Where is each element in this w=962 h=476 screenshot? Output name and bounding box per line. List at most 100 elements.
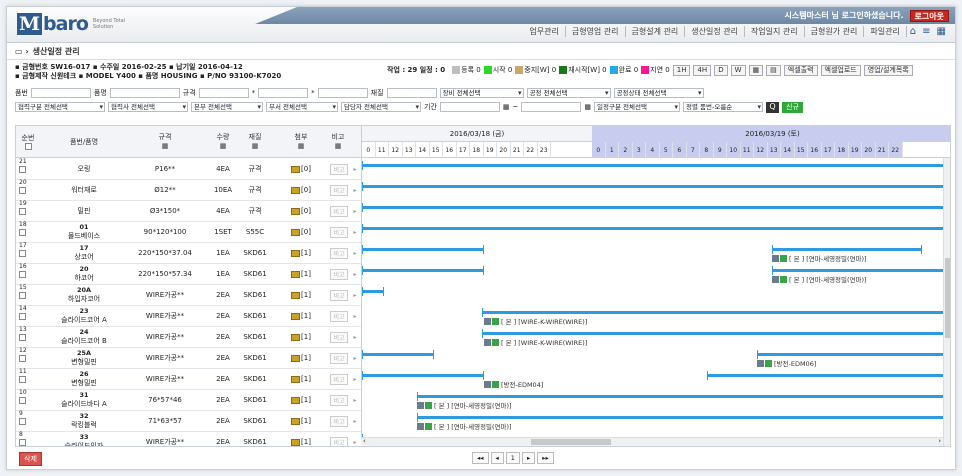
table-row[interactable]: 17 17 상코어 220*150*37.04 1EA SKD61 [1] 비고 ▸ [16, 242, 361, 264]
gantt-note[interactable]: [방전-EDM06] [757, 358, 816, 368]
gantt-note[interactable]: [ 본 ] [연마-세영정밀(연마)] [772, 253, 867, 263]
menu-item[interactable]: 금형원가 관리 [805, 26, 865, 37]
spec-input-2[interactable] [258, 88, 309, 98]
view-day-button[interactable]: D [714, 65, 728, 76]
menu-item[interactable]: 작업일지 관리 [745, 26, 805, 37]
menu-item[interactable]: 금형영업 관리 [566, 26, 626, 37]
material-input[interactable] [386, 88, 437, 98]
view-1h-button[interactable]: 1H [672, 65, 691, 76]
dept-select[interactable]: 부서 전체선택 [266, 102, 338, 112]
gantt-bar[interactable] [772, 266, 950, 275]
row-name[interactable]: 20 하코어 [44, 263, 124, 285]
select-all-checkbox[interactable] [24, 143, 32, 150]
gantt-bar[interactable] [417, 413, 950, 422]
row-attachment[interactable]: [1] [288, 284, 314, 306]
view-4h-button[interactable]: 4H [693, 65, 712, 76]
gantt-note[interactable]: [ 본 ] [연마-세영정밀(연마)] [417, 421, 512, 431]
col-rmk[interactable]: 비고 ▦ [326, 126, 350, 158]
row-attachment[interactable]: [1] [288, 305, 314, 327]
menu-item[interactable]: 생산일정 관리 [685, 26, 745, 37]
row-remark[interactable]: 비고 [328, 263, 350, 285]
row-attachment[interactable]: [1] [288, 410, 314, 432]
row-attachment[interactable]: [1] [288, 263, 314, 285]
gantt-bar[interactable] [772, 245, 922, 254]
row-checkbox[interactable] [19, 439, 26, 446]
row-checkbox[interactable] [19, 418, 26, 425]
row-remark[interactable]: 비고 [328, 410, 350, 432]
new-button[interactable]: 신규 [782, 101, 803, 113]
row-attachment[interactable]: [1] [288, 368, 314, 390]
row-name[interactable]: 33 슬라이드인자 [44, 431, 124, 446]
scroll-thumb[interactable] [945, 258, 950, 338]
row-checkbox[interactable] [19, 376, 26, 383]
part-no-input[interactable] [30, 88, 91, 98]
coop-type-select[interactable]: 협력구분 전체선택 [15, 102, 105, 112]
row-attachment[interactable]: [1] [288, 431, 314, 446]
table-row[interactable]: 21 오링 P16** 4EA 규격 [0] 비고 ▸ [16, 158, 361, 180]
col-att[interactable]: 첨부 ▦ [288, 126, 314, 158]
table-row[interactable]: 14 23 슬라이드코어 A WIRE가공** 2EA SKD61 [1] 비고 ▸ [16, 305, 361, 327]
schedule-type-select[interactable]: 일정구분 전체선택 [594, 102, 681, 112]
row-attachment[interactable]: [0] [288, 158, 314, 180]
row-remark[interactable]: 비고 [328, 179, 350, 201]
menu-item[interactable]: 업무관리 [523, 26, 566, 37]
table-row[interactable]: 18 01 몰드베이스 90*120*100 1SET S55C [0] 비고 ▸ [16, 221, 361, 243]
row-remark[interactable]: 비고 [328, 389, 350, 411]
row-name[interactable]: 01 몰드베이스 [44, 221, 124, 243]
row-checkbox[interactable] [19, 313, 26, 320]
table-row[interactable]: 20 워터재로 Ø12** 10EA 규격 [0] 비고 ▸ [16, 179, 361, 201]
grid-icon[interactable]: ▦ [934, 26, 949, 37]
sales-design-list-button[interactable]: 영업/설계목록 [863, 65, 913, 76]
gantt-note[interactable]: [ 본 ] [WIRE-K-WIRE(WIRE)] [484, 337, 587, 347]
sort-select[interactable]: 정렬 품번-오름순 [683, 102, 764, 112]
row-name[interactable]: 24 슬라이드코어 B [44, 326, 124, 348]
period-start-input[interactable] [439, 102, 500, 112]
hq-select[interactable]: 본부 전체선택 [191, 102, 263, 112]
view-list-button[interactable]: ▤ [766, 65, 781, 76]
gantt-bar[interactable] [417, 392, 950, 401]
row-attachment[interactable]: [0] [288, 200, 314, 222]
search-button[interactable]: Q [766, 101, 780, 113]
scroll-thumb[interactable] [531, 439, 611, 445]
row-attachment[interactable]: [1] [288, 326, 314, 348]
row-name[interactable]: 23 슬라이드코어 A [44, 305, 124, 327]
logout-button[interactable]: 로그아웃 [909, 9, 949, 22]
table-row[interactable]: 10 31 슬라이드바디 A 76*57*46 2EA SKD61 [1] 비고 ▸ [16, 389, 361, 411]
row-name[interactable]: 20A 하입자코어 [44, 284, 124, 306]
menu-icon[interactable]: ≡ [919, 26, 933, 37]
table-row[interactable]: 9 32 락킹블럭 71*63*57 2EA SKD61 [1] 비고 ▸ [16, 410, 361, 432]
row-name[interactable]: 워터재로 [44, 179, 124, 201]
table-row[interactable]: 16 20 하코어 220*150*57.34 1EA SKD61 [1] 비고 ▸ [16, 263, 361, 285]
row-name[interactable]: 31 슬라이드바디 A [44, 389, 124, 411]
first-page-button[interactable]: ◂◂ [472, 452, 489, 464]
table-row[interactable]: 13 24 슬라이드코어 B WIRE가공** 2EA SKD61 [1] 비고 ▸ [16, 326, 361, 348]
table-row[interactable]: 15 20A 하입자코어 WIRE가공** 2EA SKD61 [1] 비고 ▸ [16, 284, 361, 306]
row-name[interactable]: 밀핀 [44, 200, 124, 222]
row-name[interactable]: 오링 [44, 158, 124, 180]
row-checkbox[interactable] [19, 166, 26, 173]
gantt-bar[interactable] [362, 287, 384, 296]
row-checkbox[interactable] [19, 229, 26, 236]
delete-button[interactable]: 삭제 [19, 452, 42, 466]
table-row[interactable]: 8 33 슬라이드인자 WIRE가공** 2EA SKD61 [1] 비고 ▸ [16, 431, 361, 446]
vertical-scrollbar[interactable] [943, 158, 950, 446]
last-page-button[interactable]: ▸▸ [537, 452, 554, 464]
manager-select[interactable]: 담당자 전체선택 [341, 102, 421, 112]
row-remark[interactable]: 비고 [328, 431, 350, 446]
row-checkbox[interactable] [19, 250, 26, 257]
gantt-note[interactable]: [ 본 ] [연마-세영정밀(연마)] [772, 274, 867, 284]
row-attachment[interactable]: [0] [288, 221, 314, 243]
menu-item[interactable]: 파일관리 [864, 26, 907, 37]
scroll-left-icon[interactable]: ‹ [363, 437, 366, 445]
row-name[interactable]: 25A 변형밀핀 [44, 347, 124, 369]
gantt-bar[interactable] [362, 371, 484, 380]
gantt-note[interactable]: [ 본 ] [연마-세영정밀(연마)] [417, 400, 512, 410]
row-remark[interactable]: 비고 [328, 221, 350, 243]
gantt-note[interactable]: [방전-EDM04] [484, 379, 543, 389]
next-page-button[interactable]: ▸ [521, 452, 536, 464]
part-name-input[interactable] [109, 88, 180, 98]
process-select[interactable]: 공정 전체선택 [526, 88, 611, 98]
col-spec[interactable]: 규격 ▦ [126, 126, 204, 158]
row-attachment[interactable]: [1] [288, 242, 314, 264]
logo[interactable]: M baro Beyond Total Solution [17, 13, 133, 35]
